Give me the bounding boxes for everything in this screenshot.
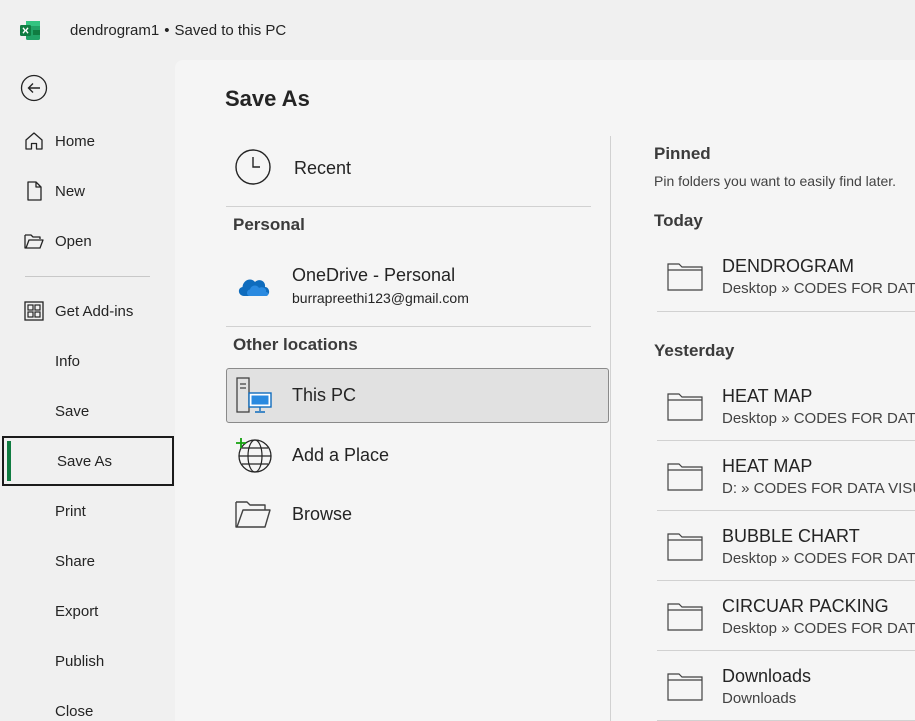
personal-heading: Personal: [233, 215, 305, 234]
folder-icon: [667, 263, 703, 291]
open-folder-icon: [23, 230, 45, 252]
yesterday-heading: Yesterday: [654, 341, 735, 360]
folder-item[interactable]: BUBBLE CHART Desktop » CODES FOR DATA: [657, 512, 915, 582]
page-title: Save As: [225, 86, 310, 111]
location-recent[interactable]: Recent: [226, 148, 591, 188]
folder-icon: [667, 393, 703, 421]
folder-name: HEAT MAP: [722, 386, 813, 406]
folder-icon: [667, 603, 703, 631]
nav-new[interactable]: New: [0, 166, 175, 216]
pinned-hint: Pin folders you want to easily find late…: [654, 173, 897, 189]
folder-name: DENDROGRAM: [722, 256, 855, 276]
separator: [657, 440, 915, 441]
nav-info[interactable]: Info: [0, 336, 175, 386]
folder-name: HEAT MAP: [722, 456, 813, 476]
selected-indicator: [7, 441, 11, 481]
home-icon: [23, 130, 45, 152]
location-add-place[interactable]: Add a Place: [226, 434, 591, 476]
nav-get-add-ins-label: Get Add-ins: [55, 302, 134, 320]
nav-publish[interactable]: Publish: [0, 636, 175, 686]
backstage-nav: Home New Open Get Add-ins Info Save Save…: [0, 60, 175, 721]
onedrive-title: OneDrive - Personal: [292, 265, 456, 285]
separator: [657, 580, 915, 581]
pinned-heading: Pinned: [654, 144, 711, 163]
nav-get-add-ins[interactable]: Get Add-ins: [0, 286, 175, 336]
folder-path: Desktop » CODES FOR DATA: [722, 620, 915, 637]
nav-close[interactable]: Close: [0, 686, 175, 721]
nav-home-label: Home: [55, 132, 96, 150]
folder-name: BUBBLE CHART: [722, 526, 860, 546]
nav-export[interactable]: Export: [0, 586, 175, 636]
column-divider: [610, 136, 611, 721]
folder-item[interactable]: Downloads Downloads: [657, 652, 915, 721]
folder-icon: [667, 533, 703, 561]
location-recent-label: Recent: [294, 157, 352, 178]
folder-name: Downloads: [722, 666, 812, 686]
folder-item[interactable]: HEAT MAP Desktop » CODES FOR DATA: [657, 372, 915, 442]
folder-item[interactable]: DENDROGRAM Desktop » CODES FOR DATA: [657, 242, 915, 312]
nav-share-label: Share: [55, 552, 96, 570]
nav-print-label: Print: [55, 502, 86, 520]
nav-info-label: Info: [55, 352, 81, 370]
nav-print[interactable]: Print: [0, 486, 175, 536]
nav-save-label: Save: [55, 402, 90, 420]
save-status: Saved to this PC: [174, 22, 287, 39]
separator: [226, 326, 591, 327]
onedrive-email: burrapreethi123@gmail.com: [292, 290, 469, 306]
separator: [657, 311, 915, 312]
folder-path: Desktop » CODES FOR DATA: [722, 410, 915, 427]
nav-share[interactable]: Share: [0, 536, 175, 586]
separator: [226, 206, 591, 207]
folder-icon: [667, 463, 703, 491]
nav-divider: [25, 276, 150, 277]
nav-open[interactable]: Open: [0, 216, 175, 266]
browse-folder-icon: [235, 501, 271, 528]
nav-publish-label: Publish: [55, 652, 105, 670]
folder-path: Desktop » CODES FOR DATA: [722, 550, 915, 567]
nav-open-label: Open: [55, 232, 92, 250]
folder-name: CIRCUAR PACKING: [722, 596, 889, 616]
window-title: dendrogram1 • Saved to this PC: [70, 22, 286, 39]
location-add-place-label: Add a Place: [292, 444, 390, 465]
add-ins-grid-icon: [23, 300, 45, 322]
title-bar: dendrogram1 • Saved to this PC: [0, 0, 915, 60]
new-document-icon: [23, 180, 45, 202]
separator: [657, 510, 915, 511]
clock-icon: [235, 149, 271, 185]
back-arrow-icon[interactable]: [20, 74, 48, 102]
separator: [657, 650, 915, 651]
excel-icon: [20, 21, 40, 40]
onedrive-cloud-icon: [238, 279, 270, 296]
nav-close-label: Close: [55, 702, 94, 720]
nav-save[interactable]: Save: [0, 386, 175, 436]
location-browse[interactable]: Browse: [226, 493, 591, 535]
nav-save-as[interactable]: Save As: [2, 436, 174, 486]
nav-new-label: New: [55, 182, 86, 200]
nav-save-as-label: Save As: [57, 452, 113, 470]
today-heading: Today: [654, 211, 703, 230]
folder-path: Downloads: [722, 690, 797, 707]
title-separator: •: [164, 22, 170, 39]
location-this-pc-label: This PC: [292, 385, 357, 405]
folder-path: D: » CODES FOR DATA VISUA: [722, 480, 915, 497]
folder-item[interactable]: HEAT MAP D: » CODES FOR DATA VISUA: [657, 442, 915, 512]
this-pc-icon: [236, 377, 272, 413]
save-as-panel: Save As Recent Personal OneDrive - Perso…: [175, 60, 915, 721]
nav-home[interactable]: Home: [0, 116, 175, 166]
add-place-globe-icon: [236, 438, 272, 473]
location-this-pc[interactable]: This PC: [226, 368, 609, 423]
folder-icon: [667, 673, 703, 701]
location-browse-label: Browse: [292, 503, 353, 524]
file-name: dendrogram1: [70, 22, 160, 39]
nav-export-label: Export: [55, 602, 99, 620]
folder-item[interactable]: CIRCUAR PACKING Desktop » CODES FOR DATA: [657, 582, 915, 652]
other-locations-heading: Other locations: [233, 335, 358, 354]
folder-path: Desktop » CODES FOR DATA: [722, 280, 915, 297]
